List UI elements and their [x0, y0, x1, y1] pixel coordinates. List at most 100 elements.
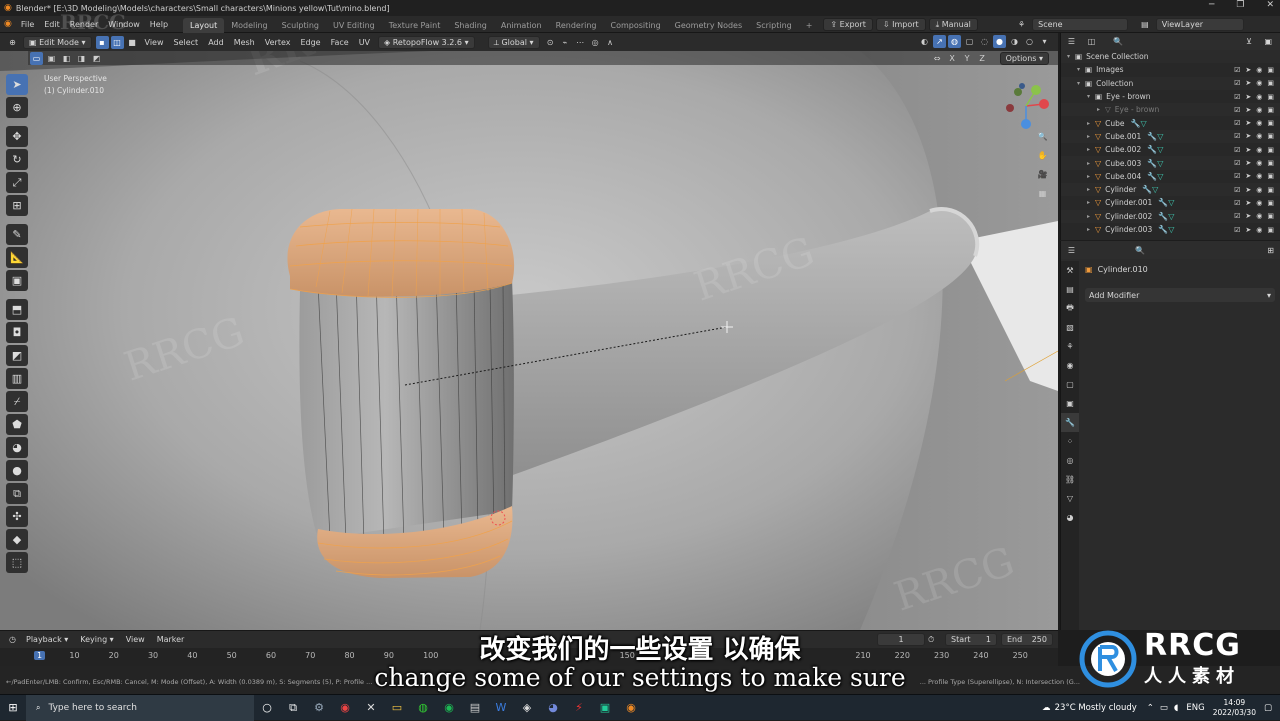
weather-text[interactable]: 23°C Mostly cloudy	[1055, 703, 1137, 713]
eye-icon[interactable]: ◉	[1256, 186, 1262, 194]
camera-render-icon[interactable]: ▣	[1267, 159, 1274, 167]
camera-render-icon[interactable]: ▣	[1267, 226, 1274, 234]
camera-render-icon[interactable]: ▣	[1267, 132, 1274, 140]
camera-render-icon[interactable]: ▣	[1267, 186, 1274, 194]
expand-arrow-icon[interactable]: ▸	[1087, 160, 1095, 167]
eye-icon[interactable]: ◉	[1256, 212, 1262, 220]
shear-tool-icon[interactable]: ◆	[6, 529, 28, 550]
expand-arrow-icon[interactable]: ▸	[1087, 186, 1095, 193]
axis-y-toggle[interactable]: Y	[961, 52, 974, 65]
shading-options-icon[interactable]: ▾	[1038, 35, 1051, 48]
task-view-icon[interactable]: ⧉	[280, 695, 306, 721]
exclude-checkbox-icon[interactable]: ☑	[1234, 79, 1240, 87]
edge-slide-tool-icon[interactable]: ⧉	[6, 483, 28, 504]
eye-icon[interactable]: ◉	[1256, 199, 1262, 207]
select-invert-icon[interactable]: ◨	[75, 52, 88, 65]
outliner-row[interactable]: ▸ ▽ Cube.004 🔧▽ ☑ ➤ ◉ ▣	[1061, 170, 1280, 183]
outliner-row[interactable]: ▸ ▽ Cylinder.001 🔧▽ ☑ ➤ ◉ ▣	[1061, 196, 1280, 209]
camera-render-icon[interactable]: ▣	[1267, 172, 1274, 180]
menu-file[interactable]: File	[16, 20, 39, 29]
3d-viewport[interactable]: RRCG RRCG RRCG RRCG	[0, 51, 1058, 630]
physics-props-icon[interactable]: ◎	[1061, 451, 1079, 470]
eye-icon[interactable]: ◉	[1256, 159, 1262, 167]
camera-app-icon[interactable]: ▣	[592, 695, 618, 721]
render-props-icon[interactable]: ▤	[1061, 280, 1079, 299]
camera-render-icon[interactable]: ▣	[1267, 66, 1274, 74]
expand-arrow-icon[interactable]: ▸	[1087, 173, 1095, 180]
language-indicator[interactable]: ENG	[1186, 703, 1204, 713]
modifier-props-icon[interactable]: 🔧	[1061, 413, 1079, 432]
loop-cut-tool-icon[interactable]: ▥	[6, 368, 28, 389]
poly-build-tool-icon[interactable]: ⬟	[6, 414, 28, 435]
selectable-arrow-icon[interactable]: ➤	[1245, 66, 1251, 74]
tab-layout[interactable]: Layout	[183, 17, 225, 33]
select-intersect-icon[interactable]: ◩	[90, 52, 103, 65]
volume-icon[interactable]: ◖	[1174, 703, 1178, 713]
axis-z-toggle[interactable]: Z	[976, 52, 989, 65]
notes-icon[interactable]: ▤	[462, 695, 488, 721]
eye-icon[interactable]: ◉	[1256, 119, 1262, 127]
exclude-checkbox-icon[interactable]: ☑	[1234, 226, 1240, 234]
modifier-wrench-icon[interactable]: 🔧▽	[1147, 159, 1163, 168]
shrink-fatten-tool-icon[interactable]: ✣	[6, 506, 28, 527]
eye-icon[interactable]: ◉	[1256, 172, 1262, 180]
menu-mesh[interactable]: Mesh	[229, 38, 260, 47]
outliner-row[interactable]: ▸ ▽ Eye - brown ☑ ➤ ◉ ▣	[1061, 103, 1280, 117]
outliner-editor-icon[interactable]: ☰	[1065, 35, 1078, 48]
blender-menu-icon[interactable]: ◉	[0, 19, 16, 29]
outliner-row[interactable]: ▾▣Scene Collection☑➤◉▣	[1061, 50, 1280, 64]
exclude-checkbox-icon[interactable]: ☑	[1234, 146, 1240, 154]
expand-arrow-icon[interactable]: ▸	[1087, 199, 1095, 206]
camera-render-icon[interactable]: ▣	[1267, 212, 1274, 220]
measure-tool-icon[interactable]: 📐	[6, 247, 28, 268]
tab-shading[interactable]: Shading	[447, 18, 494, 33]
tab-compositing[interactable]: Compositing	[604, 18, 668, 33]
exclude-checkbox-icon[interactable]: ☑	[1234, 119, 1240, 127]
menu-help[interactable]: Help	[145, 20, 173, 29]
tab-texture-paint[interactable]: Texture Paint	[382, 18, 448, 33]
selectable-arrow-icon[interactable]: ➤	[1245, 159, 1251, 167]
snap-icon[interactable]: ⌁	[559, 36, 572, 49]
selectable-arrow-icon[interactable]: ➤	[1245, 186, 1251, 194]
menu-add[interactable]: Add	[203, 38, 229, 47]
zoom-icon[interactable]: 🔍	[1036, 130, 1049, 143]
outliner-row[interactable]: ▾ ▣ Eye - brown ☑ ➤ ◉ ▣	[1061, 90, 1280, 103]
properties-search-icon[interactable]: 🔍	[1135, 246, 1145, 255]
scale-tool-icon[interactable]: ⤢	[6, 172, 28, 193]
edge-select-icon[interactable]: ◫	[110, 35, 124, 49]
selectable-arrow-icon[interactable]: ➤	[1245, 146, 1251, 154]
camera-render-icon[interactable]: ▣	[1267, 146, 1274, 154]
menu-uv[interactable]: UV	[354, 38, 375, 47]
camera-render-icon[interactable]: ▣	[1267, 93, 1274, 101]
blender-taskbar-icon[interactable]: ◉	[618, 695, 644, 721]
outliner-row[interactable]: ▸ ▽ Cylinder.003 🔧▽ ☑ ➤ ◉ ▣	[1061, 223, 1280, 236]
selectable-arrow-icon[interactable]: ➤	[1245, 172, 1251, 180]
notification-icon[interactable]: ▢	[1264, 703, 1272, 713]
eye-icon[interactable]: ◉	[1256, 66, 1262, 74]
add-modifier-button[interactable]: Add Modifier ▾	[1085, 288, 1275, 302]
outliner-filter-icon[interactable]: ⊻	[1246, 37, 1252, 46]
exclude-checkbox-icon[interactable]: ☑	[1234, 212, 1240, 220]
camera-render-icon[interactable]: ▣	[1267, 106, 1274, 114]
eye-icon[interactable]: ◉	[1256, 93, 1262, 101]
inset-tool-icon[interactable]: ◘	[6, 322, 28, 343]
modifier-wrench-icon[interactable]: 🔧▽	[1142, 185, 1158, 194]
flash-icon[interactable]: ⚡	[566, 695, 592, 721]
selectable-arrow-icon[interactable]: ➤	[1245, 132, 1251, 140]
pan-hand-icon[interactable]: ✋	[1036, 149, 1049, 162]
scene-props-icon[interactable]: ⚘	[1061, 337, 1079, 356]
expand-arrow-icon[interactable]: ▸	[1087, 146, 1095, 153]
add-workspace-button[interactable]: +	[799, 18, 820, 33]
exclude-checkbox-icon[interactable]: ☑	[1234, 159, 1240, 167]
camera-render-icon[interactable]: ▣	[1267, 79, 1274, 87]
close-icon[interactable]: ✕	[1266, 0, 1274, 16]
exclude-checkbox-icon[interactable]: ☑	[1234, 186, 1240, 194]
exclude-checkbox-icon[interactable]: ☑	[1234, 106, 1240, 114]
exclude-checkbox-icon[interactable]: ☑	[1234, 199, 1240, 207]
tab-animation[interactable]: Animation	[494, 18, 549, 33]
outliner-row[interactable]: ▾ ▣ Collection ☑ ➤ ◉ ▣	[1061, 76, 1280, 90]
maps-icon[interactable]: ◈	[514, 695, 540, 721]
editor-type-icon[interactable]: ⊕	[6, 36, 19, 49]
select-extend-icon[interactable]: ▣	[45, 52, 58, 65]
exclude-checkbox-icon[interactable]: ☑	[1234, 66, 1240, 74]
